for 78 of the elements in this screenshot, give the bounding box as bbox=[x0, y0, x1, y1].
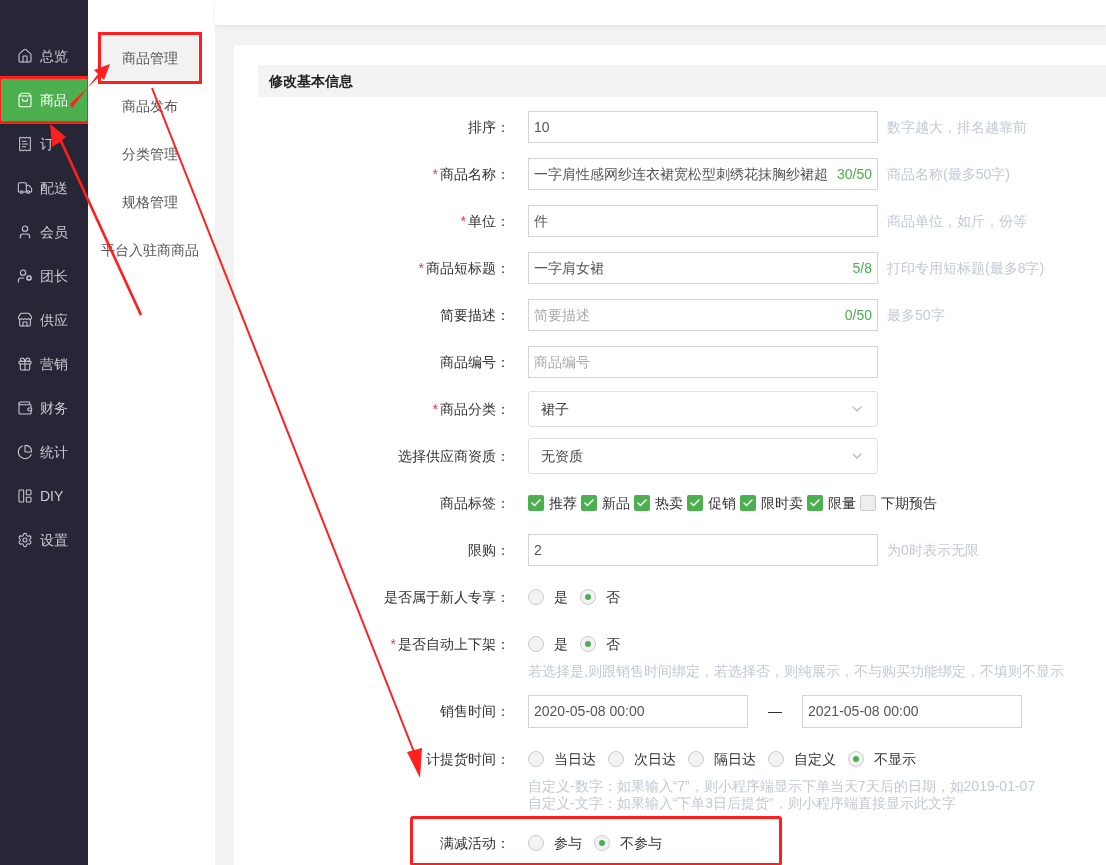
radio-option[interactable]: 自定义 bbox=[768, 748, 836, 770]
annotation-arrow bbox=[70, 64, 110, 108]
range-separator: — bbox=[767, 702, 783, 721]
section-title: 修改基本信息 bbox=[269, 71, 353, 91]
field-label: *是否自动上下架： bbox=[390, 634, 510, 654]
text-field[interactable]: 10 bbox=[528, 111, 878, 143]
store-icon bbox=[17, 312, 33, 328]
radio-option[interactable]: 是 bbox=[528, 633, 568, 655]
user-icon bbox=[17, 224, 33, 240]
field-label: 简要描述： bbox=[440, 305, 510, 325]
radio-option[interactable]: 次日达 bbox=[608, 748, 676, 770]
field-label: 商品编号： bbox=[440, 352, 510, 372]
layout-icon bbox=[17, 488, 33, 504]
submenu-item[interactable]: 商品管理 bbox=[100, 34, 200, 82]
field-label: 销售时间： bbox=[440, 702, 510, 721]
date-field[interactable]: 2021-05-08 00:00 bbox=[802, 695, 1022, 728]
radio-option[interactable]: 不参与 bbox=[594, 832, 662, 854]
radio-option[interactable]: 是 bbox=[528, 586, 568, 608]
text-field[interactable]: 2 bbox=[528, 534, 878, 566]
check-icon bbox=[583, 497, 595, 509]
home-icon bbox=[17, 48, 33, 64]
date-field[interactable]: 2020-05-08 00:00 bbox=[528, 695, 748, 728]
field-label: 限购： bbox=[468, 540, 510, 560]
radio-option[interactable]: 隔日达 bbox=[688, 748, 756, 770]
settings-icon bbox=[17, 532, 33, 548]
field-label: 是否属于新人专享： bbox=[384, 587, 510, 607]
dropdown-select[interactable]: 无资质 bbox=[528, 438, 878, 474]
tag-checkbox[interactable]: 推荐 bbox=[528, 492, 577, 514]
sidebar-item[interactable]: 统计 bbox=[0, 430, 88, 474]
hint-text: 最多50字 bbox=[887, 305, 945, 325]
tag-checkbox[interactable]: 促销 bbox=[687, 492, 736, 514]
check-icon bbox=[809, 497, 821, 509]
tag-checkbox[interactable]: 新品 bbox=[581, 492, 630, 514]
user-list-icon bbox=[17, 268, 33, 284]
radio-option[interactable]: 不显示 bbox=[848, 748, 916, 770]
tag-checkbox[interactable]: 热卖 bbox=[634, 492, 683, 514]
field-label: 选择供应商资质： bbox=[398, 446, 510, 466]
pie-chart-icon bbox=[17, 444, 33, 460]
sidebar-item[interactable]: 团长 bbox=[0, 254, 88, 298]
sidebar-item[interactable]: 配送 bbox=[0, 166, 88, 210]
field-label: 计提货时间： bbox=[426, 749, 510, 769]
tag-checkbox[interactable]: 限时卖 bbox=[740, 492, 803, 514]
sidebar-item[interactable]: 供应 bbox=[0, 298, 88, 342]
sidebar-item[interactable]: 营销 bbox=[0, 342, 88, 386]
sidebar-item[interactable]: 会员 bbox=[0, 210, 88, 254]
text-field[interactable]: 一字肩性感网纱连衣裙宽松型刺绣花抹胸纱裙超 30/50 bbox=[528, 158, 878, 190]
radio-option[interactable]: 参与 bbox=[528, 832, 582, 854]
hint-text: 商品名称(最多50字) bbox=[887, 164, 1010, 184]
sidebar-item[interactable]: DIY bbox=[0, 474, 88, 518]
field-label: *商品短标题： bbox=[418, 258, 510, 278]
submenu-item[interactable]: 规格管理 bbox=[100, 178, 200, 226]
field-label: *商品名称： bbox=[432, 164, 510, 184]
field-label: 满减活动： bbox=[440, 833, 510, 853]
text-field[interactable]: 一字肩女裙 5/8 bbox=[528, 252, 878, 284]
gift-icon bbox=[17, 356, 33, 372]
check-icon bbox=[742, 497, 754, 509]
field-label: 商品标签： bbox=[440, 493, 510, 513]
radio-option[interactable]: 否 bbox=[580, 586, 620, 608]
check-icon bbox=[689, 497, 701, 509]
field-label: *商品分类： bbox=[432, 399, 510, 419]
field-label: *单位： bbox=[460, 211, 510, 231]
shopping-bag-icon bbox=[17, 92, 33, 108]
sidebar-item[interactable]: 财务 bbox=[0, 386, 88, 430]
truck-icon bbox=[17, 180, 33, 196]
check-icon bbox=[530, 497, 542, 509]
radio-option[interactable]: 当日达 bbox=[528, 748, 596, 770]
radio-option[interactable]: 否 bbox=[580, 633, 620, 655]
wallet-icon bbox=[17, 400, 33, 416]
check-icon bbox=[636, 497, 648, 509]
dropdown-select[interactable]: 裙子 bbox=[528, 391, 878, 427]
tag-checkbox[interactable]: 下期预告 bbox=[860, 492, 937, 514]
sidebar-item[interactable]: 设置 bbox=[0, 518, 88, 562]
field-label: 排序： bbox=[468, 117, 510, 137]
hint-text: 数字越大，排名越靠前 bbox=[887, 117, 1027, 137]
text-field[interactable]: 件 bbox=[528, 205, 878, 237]
tag-checkbox[interactable]: 限量 bbox=[807, 492, 856, 514]
sidebar-item[interactable]: 总览 bbox=[0, 34, 88, 78]
receipt-icon bbox=[17, 136, 33, 152]
